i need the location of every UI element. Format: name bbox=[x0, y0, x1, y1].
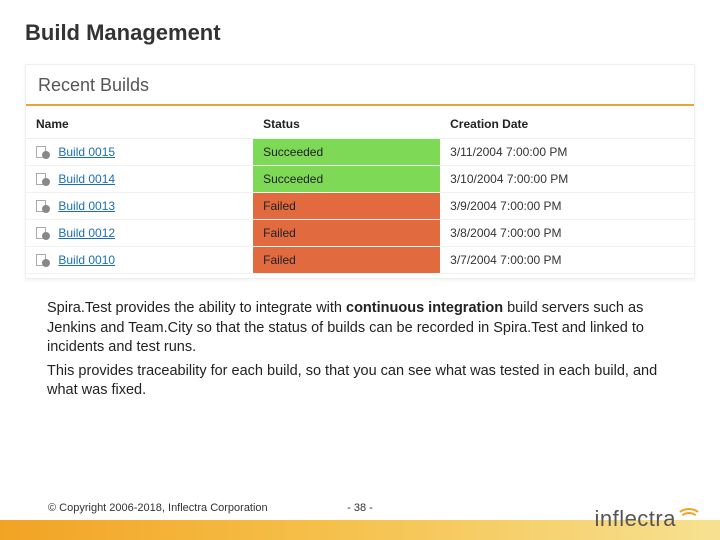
panel-heading: Recent Builds bbox=[26, 65, 694, 106]
build-link[interactable]: Build 0013 bbox=[58, 199, 115, 213]
build-icon bbox=[36, 254, 49, 266]
build-link[interactable]: Build 0015 bbox=[58, 145, 115, 159]
logo-text: inflectra bbox=[594, 506, 676, 531]
build-name-cell: Build 0014 bbox=[26, 166, 253, 193]
col-date: Creation Date bbox=[440, 110, 694, 139]
build-status-cell: Failed bbox=[253, 247, 440, 274]
build-date-cell: 3/8/2004 7:00:00 PM bbox=[440, 220, 694, 247]
copyright: © Copyright 2006-2018, Inflectra Corpora… bbox=[48, 502, 268, 514]
build-name-cell: Build 0013 bbox=[26, 193, 253, 220]
build-link[interactable]: Build 0010 bbox=[58, 253, 115, 267]
build-name-cell: Build 0010 bbox=[26, 247, 253, 274]
recent-builds-panel: Recent Builds Name Status Creation Date … bbox=[25, 64, 695, 279]
table-row: Build 0015 Succeeded 3/11/2004 7:00:00 P… bbox=[26, 139, 694, 166]
table-header-row: Name Status Creation Date bbox=[26, 110, 694, 139]
build-status-cell: Failed bbox=[253, 193, 440, 220]
paragraph-1: Spira.Test provides the ability to integ… bbox=[47, 299, 673, 358]
table-row: Build 0010 Failed 3/7/2004 7:00:00 PM bbox=[26, 247, 694, 274]
build-status-cell: Failed bbox=[253, 220, 440, 247]
build-status-cell: Succeeded bbox=[253, 166, 440, 193]
table-row: Build 0013 Failed 3/9/2004 7:00:00 PM bbox=[26, 193, 694, 220]
paragraph-2: This provides traceability for each buil… bbox=[47, 362, 673, 401]
col-name: Name bbox=[26, 110, 253, 139]
slide-title: Build Management bbox=[25, 20, 695, 46]
build-link[interactable]: Build 0014 bbox=[58, 172, 115, 186]
build-date-cell: 3/11/2004 7:00:00 PM bbox=[440, 139, 694, 166]
build-name-cell: Build 0015 bbox=[26, 139, 253, 166]
build-icon bbox=[36, 200, 49, 212]
builds-table: Name Status Creation Date Build 0015 Suc… bbox=[26, 110, 694, 274]
build-date-cell: 3/10/2004 7:00:00 PM bbox=[440, 166, 694, 193]
build-icon bbox=[36, 146, 49, 158]
build-icon bbox=[36, 227, 49, 239]
build-date-cell: 3/7/2004 7:00:00 PM bbox=[440, 247, 694, 274]
page-number: - 38 - bbox=[347, 502, 373, 514]
logo-swoosh-icon bbox=[676, 506, 698, 524]
body-text: Spira.Test provides the ability to integ… bbox=[25, 299, 695, 401]
build-icon bbox=[36, 173, 49, 185]
inflectra-logo: inflectra bbox=[594, 506, 698, 532]
build-name-cell: Build 0012 bbox=[26, 220, 253, 247]
build-status-cell: Succeeded bbox=[253, 139, 440, 166]
build-date-cell: 3/9/2004 7:00:00 PM bbox=[440, 193, 694, 220]
table-row: Build 0012 Failed 3/8/2004 7:00:00 PM bbox=[26, 220, 694, 247]
col-status: Status bbox=[253, 110, 440, 139]
table-row: Build 0014 Succeeded 3/10/2004 7:00:00 P… bbox=[26, 166, 694, 193]
build-link[interactable]: Build 0012 bbox=[58, 226, 115, 240]
footer: © Copyright 2006-2018, Inflectra Corpora… bbox=[0, 504, 720, 540]
